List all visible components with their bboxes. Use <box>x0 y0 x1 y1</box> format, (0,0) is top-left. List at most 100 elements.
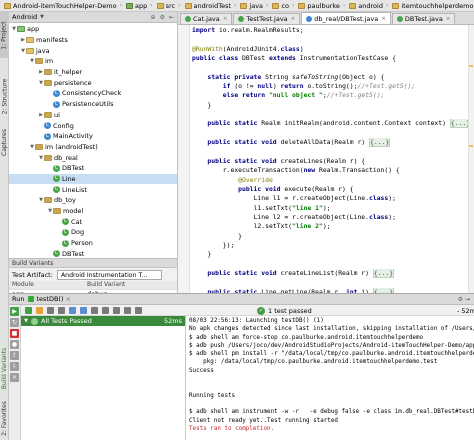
test-result-row[interactable]: ▼ All Tests Passed 52ms <box>21 316 185 326</box>
next-failed-icon[interactable] <box>102 306 109 314</box>
test-class-icon: C <box>53 164 60 172</box>
rerun-failed-icon[interactable]: ↻ <box>10 318 19 327</box>
editor-tab[interactable]: Cat.java × <box>180 13 233 24</box>
folded-code-block[interactable]: {...} <box>372 268 395 278</box>
show-passed-icon[interactable] <box>25 306 32 314</box>
tool-tab-structure[interactable]: 2: Structure <box>0 70 9 122</box>
tool-tab-captures[interactable]: Captures <box>0 124 9 160</box>
tree-item[interactable]: C LineList <box>9 184 177 195</box>
tool-tab-project[interactable]: 1: Project <box>0 12 9 58</box>
tree-item[interactable]: ▼ app <box>9 24 177 35</box>
tree-item[interactable]: ▶ ui <box>9 110 177 121</box>
breadcrumb-item[interactable]: androidTest › <box>183 1 239 11</box>
tree-item[interactable]: C Dog <box>9 227 177 238</box>
stop-icon[interactable]: ■ <box>10 329 19 338</box>
tree-item[interactable]: ▼ im <box>9 56 177 67</box>
sort-duration-icon[interactable] <box>58 306 65 314</box>
class-icon: C <box>44 122 51 130</box>
tree-item[interactable]: C MainActivity <box>9 131 177 142</box>
tree-item[interactable]: C DBTest <box>9 163 177 174</box>
breadcrumb-item[interactable]: Android-itemTouchHelper-Demo › <box>2 1 124 11</box>
folder-icon <box>26 47 34 54</box>
tree-item[interactable]: ▶ manifests <box>9 35 177 46</box>
expand-all-icon[interactable] <box>69 306 76 314</box>
breadcrumb-label: java <box>249 1 264 10</box>
tool-tab-build-variants[interactable]: Build Variants <box>0 340 9 396</box>
test-settings-icon[interactable] <box>135 306 142 314</box>
show-ignored-icon[interactable] <box>36 306 43 314</box>
tree-item[interactable]: C PersistenceUtils <box>9 99 177 110</box>
test-class-icon <box>238 16 245 22</box>
tree-item-label: persistence <box>54 78 92 87</box>
warning-marker[interactable] <box>469 65 473 67</box>
close-icon[interactable]: × <box>381 16 386 22</box>
tree-item[interactable]: C Config <box>9 120 177 131</box>
folded-code-block[interactable]: {...} <box>369 138 391 148</box>
console-output[interactable]: 08/03 22:56:13: Launching testDB() (1) No… <box>186 316 474 440</box>
sort-alpha-icon[interactable] <box>47 306 54 314</box>
build-variants-columns: Module Build Variant <box>9 281 177 290</box>
settings-icon[interactable]: ⚙ <box>160 14 165 21</box>
warning-marker[interactable] <box>469 145 473 147</box>
code-line: Line l2 = r.createObject(Line.class); <box>192 212 396 221</box>
export-icon[interactable]: ⇧ <box>10 351 19 360</box>
editor-tab-label: Cat.java <box>193 15 220 23</box>
breadcrumb-item[interactable]: java › <box>238 1 270 11</box>
editor-scrollbar[interactable] <box>468 25 474 293</box>
tree-item[interactable]: ▼ db_real <box>9 152 177 163</box>
test-history-icon[interactable] <box>124 306 131 314</box>
chevron-down-icon[interactable]: ▼ <box>40 14 44 20</box>
package-icon <box>44 197 52 204</box>
tree-item[interactable]: C Cat <box>9 216 177 227</box>
hide-panel-icon[interactable]: ⇤ <box>169 14 174 21</box>
close-run-icon[interactable]: × <box>10 373 19 382</box>
chevron-right-icon: › <box>292 2 295 9</box>
tree-item-label: PersistenceUtils <box>62 100 114 109</box>
code-editor[interactable]: import io.realm.RealmResults; @RunWith(An… <box>178 25 474 293</box>
breadcrumb-item[interactable]: android › <box>347 1 390 11</box>
breadcrumb-item[interactable]: co › <box>270 1 296 11</box>
tree-item[interactable]: ▼ persistence <box>9 77 177 88</box>
console-line: Tests ran to completion. <box>189 425 275 432</box>
tree-item[interactable]: C ConsistencyCheck <box>9 88 177 99</box>
editor-tab[interactable]: TestTest.java × <box>233 13 301 24</box>
code-line: } <box>192 250 212 259</box>
close-icon[interactable]: × <box>446 16 451 22</box>
tree-item[interactable]: ▼ db_toy <box>9 195 177 206</box>
breadcrumb-item[interactable]: paulburke › <box>296 1 347 11</box>
breadcrumb-item[interactable]: src › <box>155 1 183 11</box>
code-line: public static void createLines(Realm r) … <box>192 156 366 165</box>
run-config-tab[interactable]: testDB() × <box>28 295 71 303</box>
prev-failed-icon[interactable] <box>91 306 98 314</box>
breadcrumb-item[interactable]: itemtouchhelperdemo› <box>390 1 474 11</box>
collapse-all-icon[interactable] <box>80 306 87 314</box>
hide-panel-icon[interactable]: ⇥ <box>465 296 470 303</box>
settings-icon[interactable]: ⚙ <box>458 296 463 303</box>
tree-item[interactable]: ▼ java <box>9 45 177 56</box>
tool-tab-favorites[interactable]: 2: Favorites <box>0 396 9 440</box>
scroll-to-end-icon[interactable]: ⇩ <box>10 362 19 371</box>
close-icon[interactable]: × <box>291 16 296 22</box>
tree-item[interactable]: ▼ model <box>9 206 177 217</box>
rerun-icon[interactable]: ▶ <box>10 307 19 316</box>
test-artifact-select[interactable]: Android Instrumentation T... <box>56 269 162 280</box>
editor-tab[interactable]: db_real/DBTest.java × <box>301 12 391 24</box>
code-line: else return "null object ";//+Test.get5(… <box>192 91 385 100</box>
tree-item[interactable]: C Person <box>9 238 177 249</box>
breadcrumb-label: co <box>281 1 289 10</box>
chevron-down-icon[interactable]: ▼ <box>23 318 29 324</box>
sync-icon[interactable]: ⊕ <box>151 14 156 21</box>
tree-item[interactable]: C Line <box>9 173 177 185</box>
code-text[interactable]: import io.realm.RealmResults; @RunWith(An… <box>192 26 474 293</box>
close-icon[interactable]: × <box>223 16 228 22</box>
breadcrumb-item[interactable]: app › <box>124 1 155 11</box>
editor-tab[interactable]: DBTest.java × <box>391 13 456 24</box>
breadcrumb-label: src <box>165 1 176 10</box>
breadcrumb-label: app <box>134 1 148 10</box>
project-view-mode-select[interactable]: Android <box>12 13 37 21</box>
tree-item[interactable]: ▼ im (androidTest) <box>9 142 177 153</box>
tree-item[interactable]: ▶ it_helper <box>9 67 177 78</box>
export-results-icon[interactable] <box>113 306 120 314</box>
debug-icon[interactable]: ● <box>10 340 19 349</box>
close-icon[interactable]: × <box>66 295 71 303</box>
